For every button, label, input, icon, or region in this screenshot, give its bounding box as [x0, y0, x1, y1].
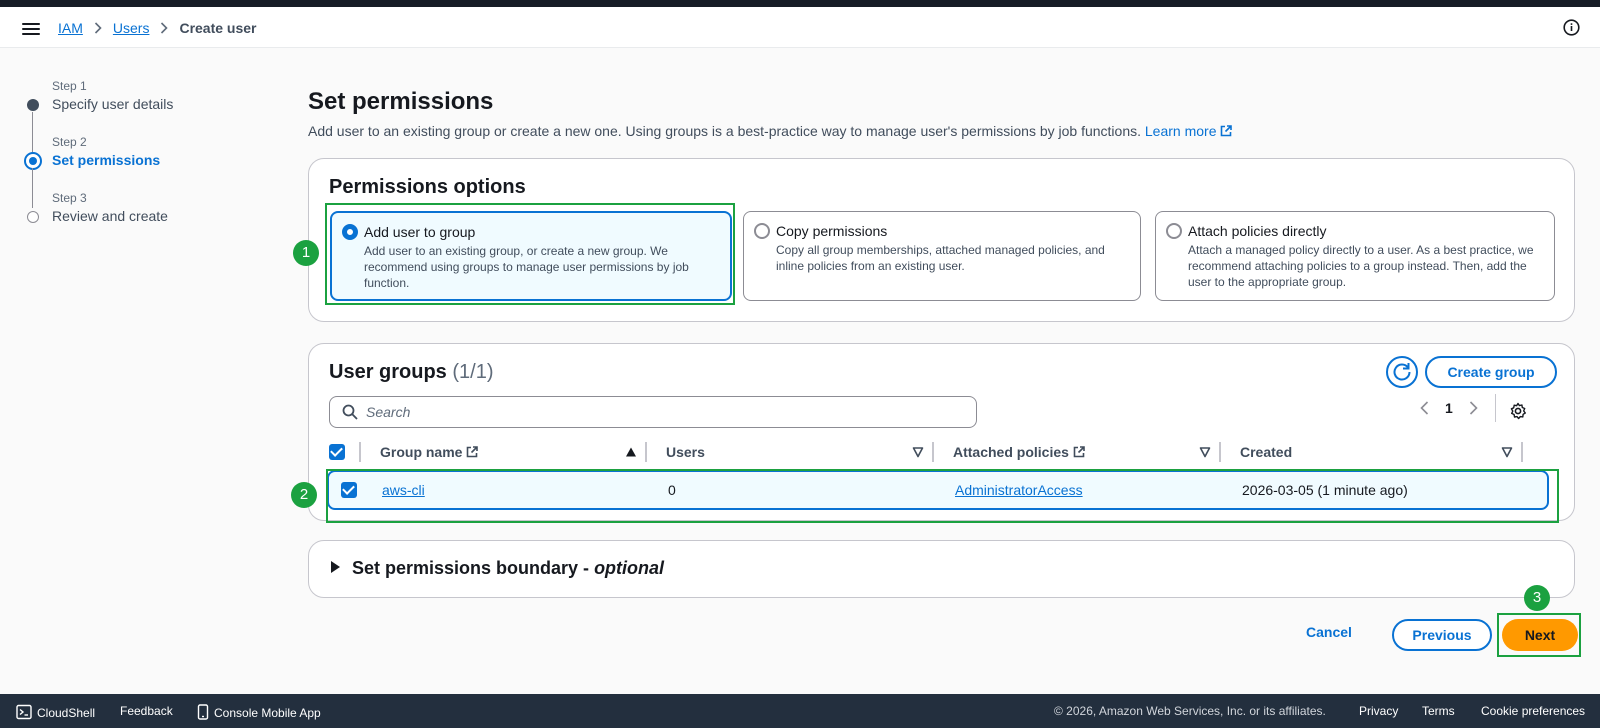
cancel-button[interactable]: Cancel [1306, 624, 1352, 640]
annotation-highlight-1 [325, 203, 735, 305]
footer: CloudShell Feedback Console Mobile App ©… [0, 694, 1600, 728]
page-title: Set permissions [308, 88, 494, 115]
search-field [329, 396, 977, 428]
annotation-badge-2: 2 [291, 482, 317, 508]
step-3: Step 3 Review and create [24, 190, 173, 246]
create-group-button[interactable]: Create group [1425, 356, 1557, 388]
step-2: Step 2 Set permissions [24, 134, 173, 208]
terms-link[interactable]: Terms [1422, 704, 1455, 718]
sort-icon[interactable] [1199, 446, 1211, 458]
previous-button[interactable]: Previous [1392, 619, 1492, 651]
permissions-boundary-panel: Set permissions boundary - optional [308, 540, 1575, 598]
page-number[interactable]: 1 [1445, 400, 1453, 416]
column-header-attached-policies[interactable]: Attached policies [953, 438, 1085, 466]
column-divider [645, 442, 647, 462]
wizard-steps: Step 1 Specify user details Step 2 Set p… [24, 78, 173, 246]
option-description: Copy all group memberships, attached man… [776, 243, 1105, 273]
column-label: Attached policies [953, 444, 1069, 460]
step-current-icon [24, 152, 42, 170]
column-divider [1219, 442, 1221, 462]
step-title: Review and create [52, 208, 168, 224]
menu-icon[interactable] [22, 20, 40, 36]
step-title: Set permissions [52, 152, 161, 168]
column-divider [932, 442, 934, 462]
annotation-badge-1: 1 [293, 240, 319, 266]
breadcrumb-users[interactable]: Users [113, 20, 150, 36]
page-description: Add user to an existing group or create … [308, 123, 1233, 139]
divider [1495, 394, 1496, 422]
sort-icon[interactable] [912, 446, 924, 458]
annotation-highlight-2 [326, 469, 1559, 523]
search-icon [342, 404, 358, 420]
pagination: 1 [1417, 400, 1481, 416]
user-groups-count: (1/1) [452, 361, 494, 383]
chevron-right-icon [161, 22, 169, 34]
annotation-highlight-3 [1497, 613, 1581, 657]
external-link-icon [467, 446, 479, 458]
external-link-icon [1221, 125, 1233, 137]
breadcrumb-current: Create user [179, 20, 257, 36]
top-bar [0, 0, 1600, 7]
user-groups-title-text: User groups [329, 361, 447, 383]
column-label: Group name [380, 444, 463, 460]
boundary-title: Set permissions boundary - [352, 558, 595, 578]
option-copy-permissions[interactable]: Copy permissions Copy all group membersh… [743, 211, 1141, 301]
breadcrumb-iam[interactable]: IAM [58, 20, 83, 36]
user-groups-title: User groups (1/1) [329, 361, 494, 384]
refresh-button[interactable] [1386, 356, 1418, 388]
learn-more-link[interactable]: Learn more [1145, 123, 1233, 139]
option-title: Copy permissions [776, 223, 888, 239]
boundary-optional: optional [594, 558, 665, 578]
column-divider [359, 442, 361, 462]
step-complete-icon [27, 99, 39, 111]
feedback-link[interactable]: Feedback [120, 704, 173, 718]
option-description: Attach a managed policy directly to a us… [1188, 243, 1534, 289]
step-number: Step 2 [52, 135, 87, 149]
chevron-right-icon[interactable] [1465, 400, 1481, 416]
option-title: Attach policies directly [1188, 223, 1327, 239]
caret-right-icon [331, 561, 340, 573]
breadcrumb: IAM Users Create user [58, 20, 257, 36]
description-text: Add user to an existing group or create … [308, 123, 1141, 139]
step-pending-icon [27, 211, 39, 223]
cloudshell-label: CloudShell [37, 706, 96, 720]
refresh-icon [1393, 363, 1411, 381]
sort-icon[interactable] [1501, 446, 1513, 458]
step-1[interactable]: Step 1 Specify user details [24, 78, 174, 152]
search-input[interactable] [366, 401, 966, 423]
copyright-text: © 2026, Amazon Web Services, Inc. or its… [1054, 704, 1326, 718]
navbar: IAM Users Create user [0, 7, 1600, 48]
column-header-group-name[interactable]: Group name [380, 438, 479, 466]
table-header: Group name Users Attached policies Creat… [329, 438, 1557, 466]
step-title: Specify user details [52, 96, 174, 112]
console-mobile-app-link[interactable]: Console Mobile App [197, 704, 321, 720]
column-header-users[interactable]: Users [666, 438, 705, 466]
mobile-phone-icon [197, 704, 209, 720]
cloudshell-link[interactable]: CloudShell [16, 704, 95, 720]
permissions-boundary-toggle[interactable]: Set permissions boundary - optional [331, 558, 664, 579]
privacy-link[interactable]: Privacy [1359, 704, 1398, 718]
step-number: Step 3 [52, 191, 87, 205]
external-link-icon [1073, 446, 1085, 458]
learn-more-label: Learn more [1144, 123, 1217, 139]
step-number: Step 1 [52, 79, 87, 93]
gear-icon[interactable] [1509, 402, 1527, 420]
select-all-checkbox[interactable] [329, 444, 345, 460]
console-mobile-app-label: Console Mobile App [214, 706, 321, 720]
column-header-created[interactable]: Created [1240, 438, 1292, 466]
cookie-preferences-link[interactable]: Cookie preferences [1481, 704, 1585, 718]
chevron-left-icon[interactable] [1417, 400, 1433, 416]
chevron-right-icon [94, 22, 102, 34]
sort-ascending-icon[interactable] [625, 446, 637, 458]
permissions-options-title: Permissions options [329, 176, 526, 198]
annotation-badge-3: 3 [1524, 585, 1550, 611]
radio-icon [754, 223, 770, 239]
terminal-icon [16, 704, 32, 720]
option-attach-policies[interactable]: Attach policies directly Attach a manage… [1155, 211, 1555, 301]
column-divider [1521, 442, 1523, 462]
radio-icon [1166, 223, 1182, 239]
info-icon[interactable] [1563, 19, 1580, 36]
